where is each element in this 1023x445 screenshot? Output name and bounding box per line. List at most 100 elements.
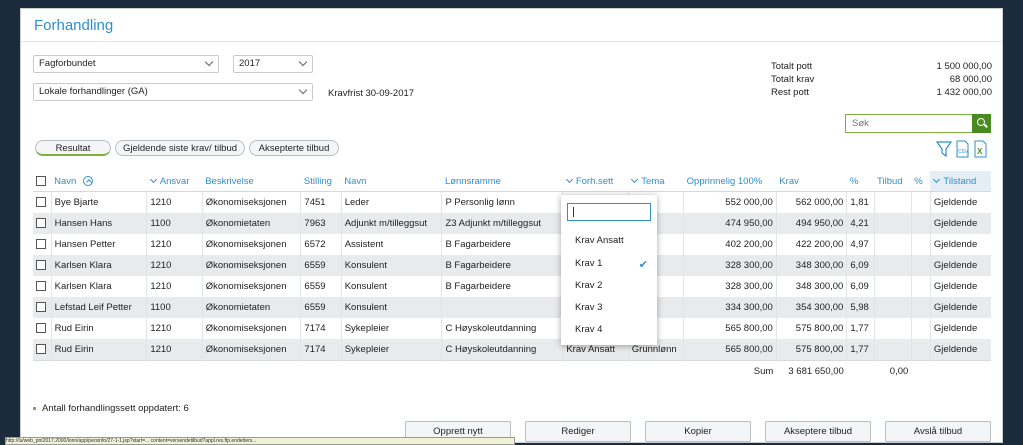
title-divider xyxy=(21,41,1002,42)
dropdown-option[interactable]: Krav 3 xyxy=(575,302,651,313)
table-row[interactable]: Lefstad Leif Petter 1100 Økonomietaten 6559… xyxy=(33,297,991,318)
sum-krav: 3 681 650,00 xyxy=(776,360,847,381)
year-select[interactable]: 2017 xyxy=(233,55,313,73)
csv-export-icon[interactable]: CSV xyxy=(956,140,969,158)
row-checkbox[interactable] xyxy=(33,213,52,234)
cell-tilbud xyxy=(873,213,912,234)
svg-text:X: X xyxy=(977,147,983,156)
table-row[interactable]: Rud Eirin 1210 Økonomiseksjonen 7174 Sykeple… xyxy=(33,318,991,339)
cell-navn: Rud Eirin xyxy=(50,318,147,339)
cell-krav: 348 300,00 xyxy=(775,255,847,276)
dropdown-option[interactable]: Krav 4 xyxy=(575,324,651,335)
cell-navn: Rud Eirin xyxy=(50,339,147,361)
totals-value: 1 432 000,00 xyxy=(936,87,992,98)
cell-tilstand: Gjeldende xyxy=(929,213,991,234)
table-row[interactable]: Hansen Petter 1210 Økonomiseksjonen 6572 Ass… xyxy=(33,234,991,255)
col-header-ansvar[interactable]: Ansvar xyxy=(146,171,203,192)
cell-pct: 5,98 xyxy=(846,297,875,318)
cell-pct2 xyxy=(910,318,931,339)
dropdown-option-selected[interactable]: Krav 1 ✔ xyxy=(575,258,651,271)
cell-tilstand: Gjeldende xyxy=(929,297,991,318)
col-header-krav[interactable]: Krav xyxy=(776,171,847,192)
rediger-button[interactable]: Rediger xyxy=(525,421,631,442)
akseptere-tilbud-button[interactable]: Akseptere tilbud xyxy=(765,421,871,442)
chevron-down-icon xyxy=(565,175,573,183)
row-checkbox[interactable] xyxy=(33,297,52,318)
table-row[interactable]: Bye Bjarte 1210 Økonomiseksjonen 7451 Leder P… xyxy=(33,191,991,214)
tab-gjeldende[interactable]: Gjeldende siste krav/ tilbud xyxy=(115,140,245,156)
col-header-pct[interactable]: % xyxy=(846,171,875,192)
dropdown-option-label: Krav 1 xyxy=(575,258,603,269)
dropdown-option-label: Krav 2 xyxy=(575,280,603,291)
cell-navn: Hansen Petter xyxy=(50,234,147,255)
cell-ansvar: 1210 xyxy=(146,234,203,255)
row-checkbox[interactable] xyxy=(33,339,52,361)
row-checkbox[interactable] xyxy=(33,192,51,214)
row-checkbox[interactable] xyxy=(33,276,51,297)
cell-pct2 xyxy=(910,276,931,297)
organization-select[interactable]: Fagforbundet xyxy=(33,55,219,73)
dropdown-option-label: Krav Ansatt xyxy=(575,235,624,246)
tab-aksepterte[interactable]: Aksepterte tilbud xyxy=(249,140,339,156)
status-text: Antall forhandlingssett oppdatert: 6 xyxy=(42,403,189,414)
cell-pct: 1,77 xyxy=(846,339,875,361)
cell-ansvar: 1210 xyxy=(146,318,203,339)
negotiation-select[interactable]: Lokale forhandlinger (GA) xyxy=(33,83,313,101)
sum-row: Sum 3 681 650,00 0,00 xyxy=(33,360,991,381)
cell-stilling: 6559 xyxy=(300,297,342,318)
chevron-down-icon xyxy=(631,175,639,183)
cell-lonnsramme: B Fagarbeidere xyxy=(441,276,563,297)
sum-label: Sum xyxy=(683,360,777,381)
excel-export-icon[interactable]: X xyxy=(974,140,987,158)
row-checkbox[interactable] xyxy=(33,318,51,339)
col-header-tema[interactable]: Tema xyxy=(628,171,684,192)
col-header-lonnsramme[interactable]: Lønnsramme xyxy=(441,171,563,192)
col-header-label: Navn xyxy=(54,175,77,187)
filter-icon[interactable] xyxy=(935,141,953,158)
cell-tilstand: Gjeldende xyxy=(929,191,991,213)
tab-resultat[interactable]: Resultat xyxy=(35,140,111,156)
cell-stilling: 6559 xyxy=(300,255,342,276)
dropdown-filter-input[interactable] xyxy=(567,203,651,221)
avsla-tilbud-button[interactable]: Avslå tilbud xyxy=(885,421,991,442)
search-button[interactable] xyxy=(972,114,991,133)
cell-navn2: Sykepleier xyxy=(340,318,442,339)
col-header-forhsett[interactable]: Forh.sett xyxy=(562,171,629,192)
col-header-beskrivelse[interactable]: Beskrivelse xyxy=(202,171,301,192)
dropdown-option[interactable]: Krav Ansatt xyxy=(575,235,651,246)
dropdown-option[interactable]: Krav 2 xyxy=(575,280,651,291)
totals-panel: Totalt pott 1 500 000,00 Totalt krav 68 00… xyxy=(771,60,992,99)
col-header-navn[interactable]: Navn xyxy=(51,171,147,192)
row-checkbox[interactable] xyxy=(33,255,52,276)
col-header-navn2[interactable]: Navn xyxy=(341,171,442,192)
col-header-tilstand[interactable]: Tilstand xyxy=(930,171,991,192)
svg-text:CSV: CSV xyxy=(958,149,969,155)
cell-tilbud xyxy=(873,276,912,297)
totals-label: Totalt krav xyxy=(771,74,815,85)
cell-lonnsramme xyxy=(441,297,563,318)
cell-krav: 422 200,00 xyxy=(775,234,847,255)
col-header-stilling[interactable]: Stilling xyxy=(300,171,342,192)
table-row[interactable]: Rud Eirin 1210 Økonomiseksjonen 7174 Sykeple… xyxy=(33,339,991,361)
table-row[interactable]: Hansen Hans 1100 Økonomietaten 7963 Adjunkt … xyxy=(33,213,991,234)
sum-tilbud: 0,00 xyxy=(874,360,912,381)
col-header-pct2[interactable]: % xyxy=(911,171,931,192)
cell-tilbud xyxy=(873,297,912,318)
cell-navn: Hansen Hans xyxy=(50,213,147,234)
cell-pct: 1,81 xyxy=(846,191,875,213)
search-input[interactable] xyxy=(846,115,978,132)
cell-tilstand: Gjeldende xyxy=(929,318,991,339)
col-header-opprinnelig[interactable]: Opprinnelig 100% xyxy=(683,171,777,192)
kopier-button[interactable]: Kopier xyxy=(645,421,751,442)
table-row[interactable]: Karlsen Klara 1210 Økonomiseksjonen 6559 Kon… xyxy=(33,276,991,297)
col-header-tilbud[interactable]: Tilbud xyxy=(874,171,912,192)
cell-navn2: Konsulent xyxy=(340,297,442,318)
select-all-checkbox[interactable] xyxy=(33,171,52,192)
table-row[interactable]: Karlsen Klara 1210 Økonomiseksjonen 6559 Kon… xyxy=(33,255,991,276)
cell-krav: 562 000,00 xyxy=(775,191,847,213)
cell-beskrivelse: Økonomiseksjonen xyxy=(201,318,301,339)
cell-pct2 xyxy=(910,213,931,234)
sort-ascending-icon[interactable] xyxy=(83,175,94,186)
cell-navn2: Konsulent xyxy=(340,276,442,297)
row-checkbox[interactable] xyxy=(33,234,51,255)
